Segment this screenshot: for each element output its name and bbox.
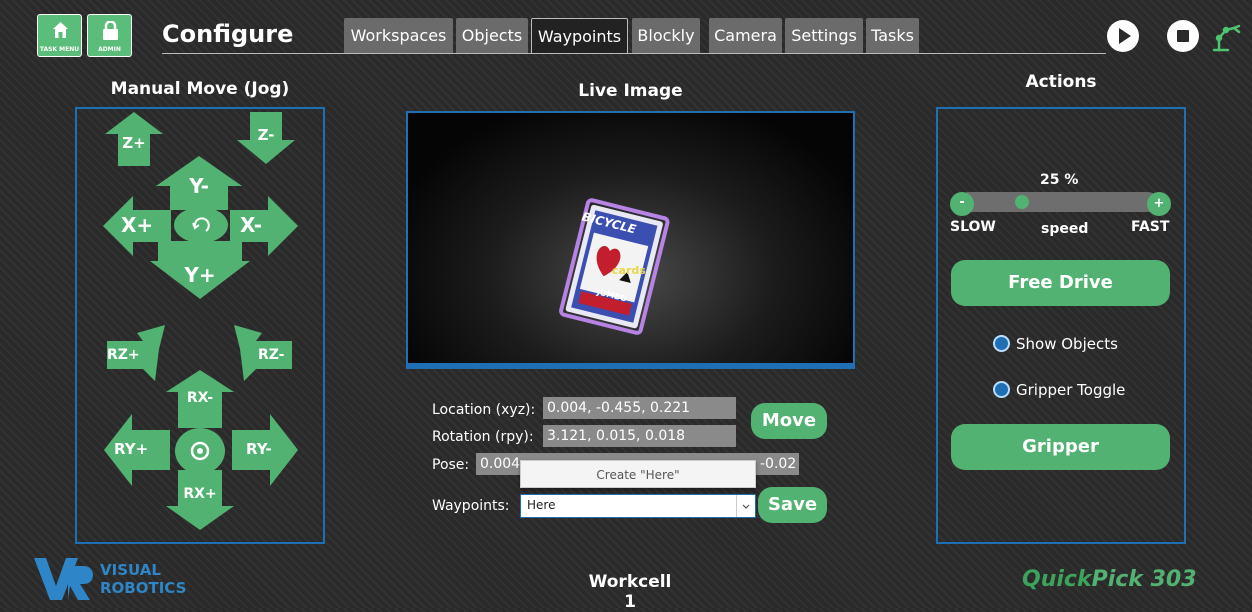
jog-y-plus-button[interactable]: Y+ xyxy=(150,241,250,299)
speed-slider-thumb[interactable] xyxy=(1014,195,1029,209)
jog-y-minus-label: Y- xyxy=(189,174,209,198)
product-name-pick: Pick 303 xyxy=(1091,567,1197,592)
speed-increase-button[interactable]: + xyxy=(1147,192,1171,216)
gripper-toggle-label: Gripper Toggle xyxy=(1016,381,1126,399)
waypoints-select[interactable]: Here xyxy=(520,494,756,518)
jog-rx-plus-label: RX+ xyxy=(183,486,217,502)
task-menu-button[interactable]: TASK MENU xyxy=(37,14,82,57)
tab-waypoints[interactable]: Waypoints xyxy=(531,18,628,53)
gripper-button[interactable]: Gripper xyxy=(951,424,1170,470)
speed-percent-label: 25 % xyxy=(1040,172,1079,188)
product-name: QuickPick 303 xyxy=(1022,567,1197,592)
jog-x-minus-label: X- xyxy=(240,213,263,237)
pose-value-start: 0.004 xyxy=(480,456,521,472)
jog-x-plus-label: X+ xyxy=(121,213,154,237)
jog-rx-minus-label: RX- xyxy=(186,390,214,406)
jog-ry-minus-button[interactable]: RY- xyxy=(232,414,298,486)
task-menu-label: TASK MENU xyxy=(39,46,80,53)
stop-icon xyxy=(1177,30,1189,42)
speed-slow-label: SLOW xyxy=(950,219,996,235)
gripper-toggle-radio[interactable] xyxy=(993,381,1010,398)
play-icon xyxy=(1119,28,1131,44)
jog-ry-minus-label: RY- xyxy=(246,440,272,458)
show-objects-radio[interactable] xyxy=(993,335,1010,352)
admin-label: ADMIN xyxy=(98,46,121,53)
jog-z-plus-label: Z+ xyxy=(122,134,146,152)
jog-center-button[interactable] xyxy=(173,206,229,244)
jog-rz-minus-label: RZ- xyxy=(258,347,285,363)
camera-feed xyxy=(559,198,670,335)
tab-tasks[interactable]: Tasks xyxy=(866,18,919,53)
tab-camera[interactable]: Camera xyxy=(709,18,782,53)
speed-decrease-button[interactable]: - xyxy=(950,192,974,216)
lock-icon xyxy=(103,21,118,40)
pose-label: Pose: xyxy=(432,457,470,473)
jog-rz-plus-label: RZ+ xyxy=(107,347,140,363)
visual-robotics-logo: VISUAL ROBOTICS xyxy=(34,556,186,602)
speed-slider[interactable] xyxy=(958,192,1158,212)
tab-objects[interactable]: Objects xyxy=(456,18,528,53)
chevron-down-icon xyxy=(736,495,755,517)
location-field[interactable]: 0.004, -0.455, 0.221 xyxy=(543,397,736,419)
page-title: Configure xyxy=(162,20,294,48)
actions-heading: Actions xyxy=(1025,72,1097,92)
robot-status-button[interactable] xyxy=(1208,18,1244,54)
jog-z-minus-label: Z- xyxy=(257,126,275,144)
rotation-field[interactable]: 3.121, 0.015, 0.018 xyxy=(543,425,736,447)
logo-line-1: VISUAL xyxy=(100,561,161,579)
jog-rz-plus-button[interactable]: RZ+ xyxy=(103,325,165,381)
play-button[interactable] xyxy=(1107,20,1139,52)
free-drive-button[interactable]: Free Drive xyxy=(951,260,1170,306)
jog-y-plus-label: Y+ xyxy=(184,263,216,287)
logo-line-2: ROBOTICS xyxy=(100,579,187,597)
title-divider xyxy=(162,53,1106,54)
show-objects-label: Show Objects xyxy=(1016,335,1118,353)
move-button[interactable]: Move xyxy=(751,403,827,439)
target-icon xyxy=(175,428,225,474)
jog-z-plus-button[interactable]: Z+ xyxy=(105,112,163,166)
pose-value-end: -0.02 xyxy=(760,456,797,472)
live-image[interactable]: BICYCLE JUMBO cards xyxy=(406,111,855,369)
create-waypoint-tooltip[interactable]: Create "Here" xyxy=(520,460,756,488)
robot-arm-icon xyxy=(1212,24,1241,52)
jog-rx-plus-button[interactable]: RX+ xyxy=(164,470,236,530)
speed-label: speed xyxy=(1041,221,1089,237)
detection-label: cards xyxy=(612,264,646,277)
product-name-quick: Quick xyxy=(1022,567,1092,592)
jog-z-minus-button[interactable]: Z- xyxy=(237,112,295,164)
jog-ry-plus-button[interactable]: RY+ xyxy=(104,414,170,486)
rotation-label: Rotation (rpy): xyxy=(432,429,534,445)
waypoints-selected-value: Here xyxy=(527,498,556,512)
home-icon xyxy=(53,22,68,38)
tab-settings[interactable]: Settings xyxy=(785,18,863,53)
jog-rz-minus-button[interactable]: RZ- xyxy=(234,325,296,381)
tab-workspaces[interactable]: Workspaces xyxy=(344,18,453,53)
jog-heading: Manual Move (Jog) xyxy=(110,79,290,99)
save-button[interactable]: Save xyxy=(758,487,827,523)
jog-rotation-center-button[interactable] xyxy=(174,427,226,475)
location-label: Location (xyz): xyxy=(432,402,536,418)
jog-rx-minus-button[interactable]: RX- xyxy=(164,370,236,428)
workcell-label: Workcell 1 xyxy=(588,572,672,612)
admin-button[interactable]: ADMIN xyxy=(87,14,132,57)
tab-blockly[interactable]: Blockly xyxy=(632,18,700,53)
jog-ry-plus-label: RY+ xyxy=(114,440,149,458)
vr-logo-icon xyxy=(34,558,93,600)
speed-fast-label: FAST xyxy=(1131,219,1170,235)
waypoints-label: Waypoints: xyxy=(432,498,510,514)
refresh-icon xyxy=(174,207,228,243)
stop-button[interactable] xyxy=(1167,20,1199,52)
live-image-heading: Live Image xyxy=(578,81,683,101)
